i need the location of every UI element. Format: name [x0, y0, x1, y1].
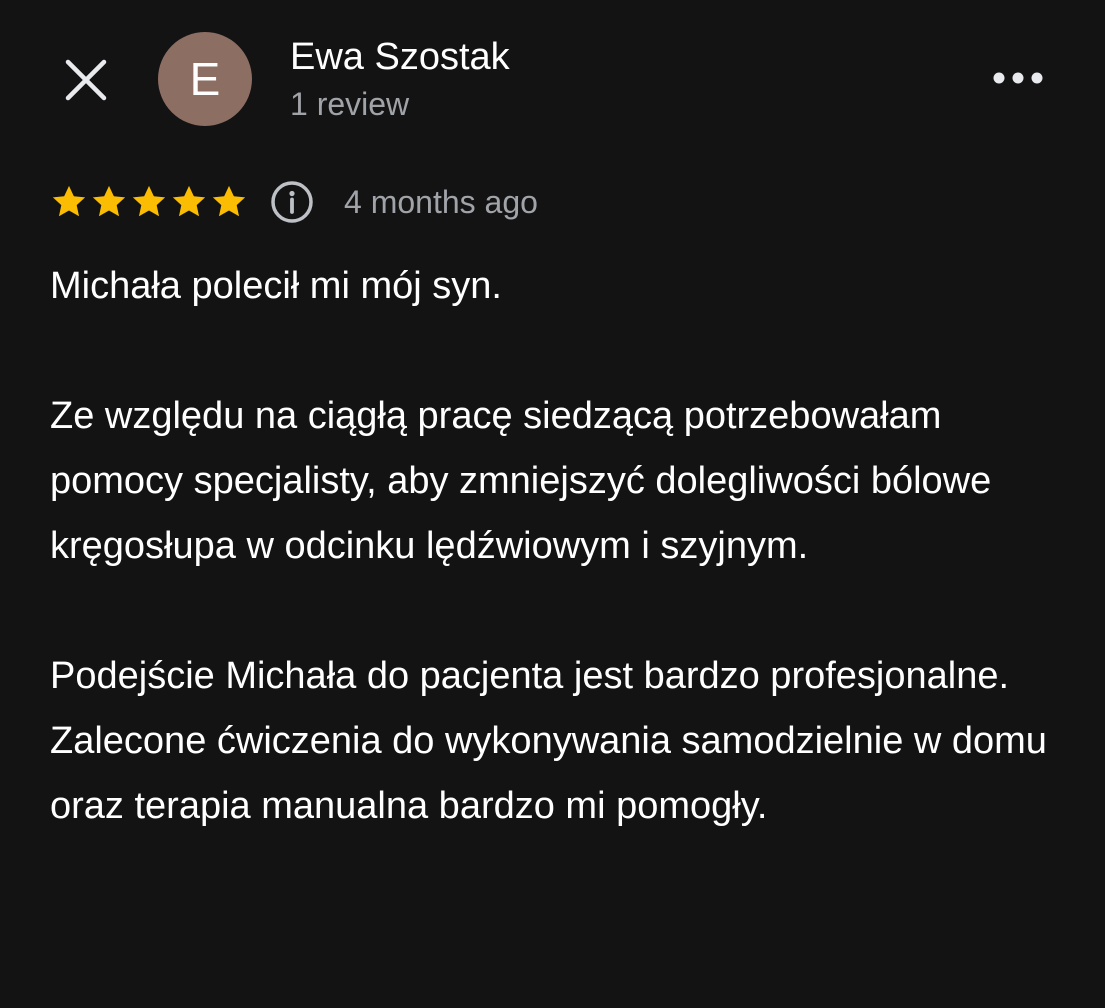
- star-rating: [50, 183, 248, 221]
- review-paragraph: Michała polecił mi mój syn.: [50, 265, 502, 307]
- avatar[interactable]: E: [158, 32, 252, 126]
- close-button[interactable]: [56, 50, 116, 110]
- review-header: E Ewa Szostak 1 review: [0, 0, 1105, 160]
- star-icon: [52, 185, 86, 217]
- star-icon: [212, 185, 246, 217]
- close-icon: [65, 59, 107, 101]
- review-count: 1 review: [290, 86, 410, 122]
- star-icon: [92, 185, 126, 217]
- star-icon: [132, 185, 166, 217]
- review-date: 4 months ago: [344, 183, 538, 220]
- avatar-letter: E: [189, 53, 221, 105]
- rating-row: 4 months ago: [50, 176, 538, 228]
- info-button[interactable]: [268, 178, 316, 226]
- review-text: Michała polecił mi mój syn. Ze względu n…: [50, 254, 1060, 839]
- review-paragraph: Ze względu na ciągłą pracę siedzącą potr…: [50, 395, 992, 567]
- more-options-button[interactable]: [982, 56, 1054, 100]
- author-name[interactable]: Ewa Szostak: [290, 36, 510, 79]
- more-horizontal-icon: [993, 72, 1043, 84]
- info-icon: [271, 181, 313, 223]
- review-paragraph: Podejście Michała do pacjenta jest bardz…: [50, 655, 1047, 827]
- star-icon: [172, 185, 206, 217]
